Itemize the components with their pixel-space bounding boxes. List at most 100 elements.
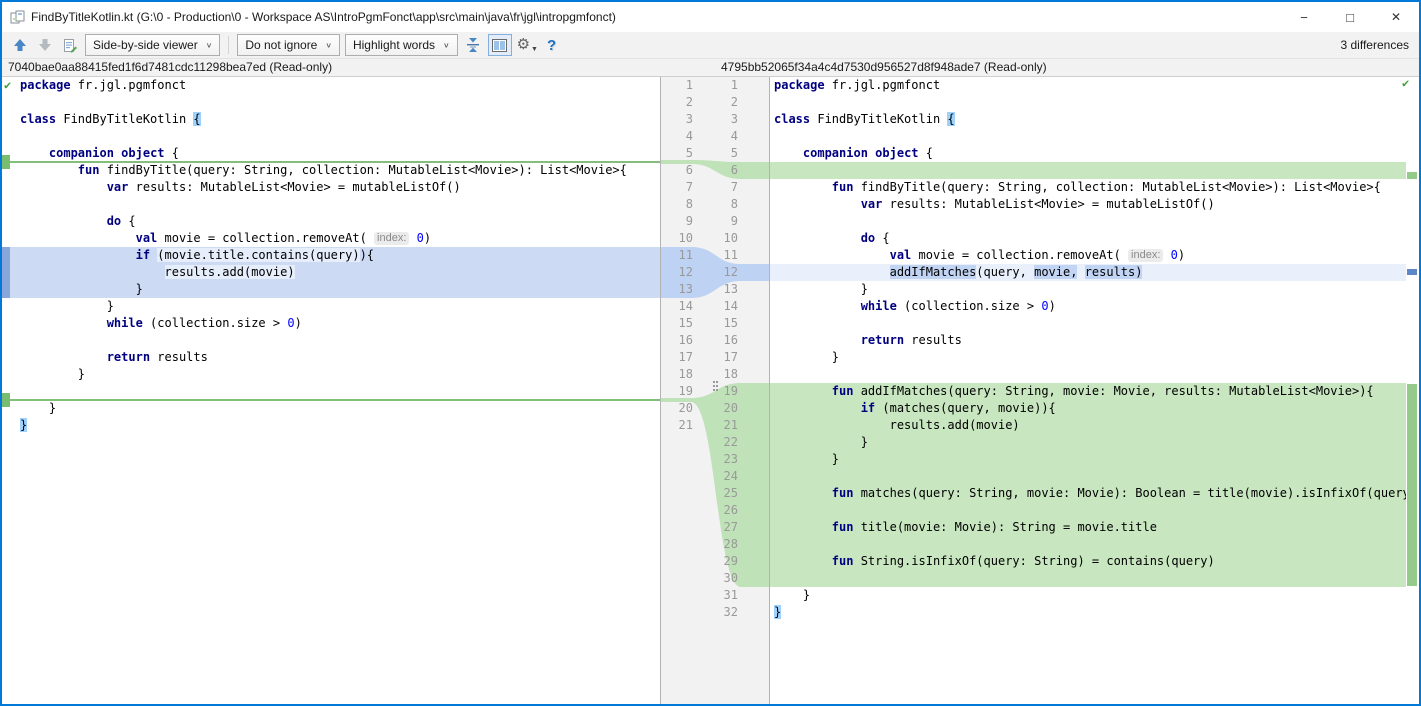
left-change-marker[interactable] xyxy=(2,247,10,298)
error-stripe[interactable]: ✔ xyxy=(1406,77,1419,704)
line-number: 9 xyxy=(661,213,693,230)
line-number: 16 xyxy=(661,332,693,349)
line-number: 26 xyxy=(695,502,738,519)
right-code-line xyxy=(770,502,1419,519)
viewer-mode-select[interactable]: Side-by-side viewer ∨ xyxy=(85,34,220,56)
synchronize-panes-toggle[interactable] xyxy=(488,34,512,56)
line-number: 15 xyxy=(661,315,693,332)
previous-difference-button[interactable] xyxy=(10,35,30,55)
line-number: 1 xyxy=(695,77,738,94)
line-number: 17 xyxy=(661,349,693,366)
right-code-line: companion object { xyxy=(770,145,1419,162)
right-code-line: val movie = collection.removeAt( index: … xyxy=(770,247,1419,264)
folded-region-icon[interactable] xyxy=(713,381,715,383)
left-code-line: } xyxy=(2,400,660,417)
title-bar: FindByTitleKotlin.kt (G:\0 - Production\… xyxy=(2,2,1419,32)
jump-to-source-button[interactable] xyxy=(60,35,80,55)
close-button[interactable]: ✕ xyxy=(1373,2,1419,32)
right-code-line: while (collection.size > 0) xyxy=(770,298,1419,315)
diff-gutter: 1234567891011121314151617181920211234567… xyxy=(660,77,770,704)
inline-parameter-hint: index: xyxy=(374,232,409,245)
line-number: 18 xyxy=(695,366,738,383)
left-revision-title: 7040bae0aa88415fed1f6d7481cdc11298bea7ed… xyxy=(8,60,332,74)
line-number: 16 xyxy=(695,332,738,349)
right-code-line: fun matches(query: String, movie: Movie)… xyxy=(770,485,1419,502)
minimize-button[interactable]: − xyxy=(1281,2,1327,32)
line-number: 27 xyxy=(695,519,738,536)
right-inspection-status-icon[interactable]: ✔ xyxy=(1402,77,1409,90)
line-number: 6 xyxy=(661,162,693,179)
right-code-line: } xyxy=(770,281,1419,298)
line-number: 29 xyxy=(695,553,738,570)
help-button[interactable]: ? xyxy=(547,37,556,54)
left-code-line xyxy=(2,196,660,213)
collapse-fragments-icon xyxy=(465,37,481,53)
left-editor[interactable]: package fr.jgl.pgmfonctclass FindByTitle… xyxy=(2,77,660,704)
right-code-line: do { xyxy=(770,230,1419,247)
stripe-change-marker[interactable] xyxy=(1407,384,1417,586)
toolbar-separator xyxy=(228,36,229,54)
line-number: 20 xyxy=(695,400,738,417)
window-title: FindByTitleKotlin.kt (G:\0 - Production\… xyxy=(31,10,616,24)
right-code-line: if (matches(query, movie)){ xyxy=(770,400,1419,417)
line-number: 14 xyxy=(661,298,693,315)
highlight-mode-select[interactable]: Highlight words ∨ xyxy=(345,34,458,56)
right-code-line xyxy=(770,468,1419,485)
line-number: 12 xyxy=(695,264,738,281)
line-number: 7 xyxy=(661,179,693,196)
line-number: 6 xyxy=(695,162,738,179)
pane-headers: 7040bae0aa88415fed1f6d7481cdc11298bea7ed… xyxy=(2,59,1419,77)
right-code-line: } xyxy=(770,587,1419,604)
right-code-line xyxy=(770,94,1419,111)
left-code-line: do { xyxy=(2,213,660,230)
right-editor[interactable]: ✔ package fr.jgl.pgmfonct class FindByTit… xyxy=(770,77,1419,704)
maximize-button[interactable]: □ xyxy=(1327,2,1373,32)
left-inspection-status-icon[interactable]: ✔ xyxy=(4,78,11,92)
right-code-line: class FindByTitleKotlin { xyxy=(770,111,1419,128)
arrow-up-icon xyxy=(13,38,27,52)
right-code-line: results.add(movie) xyxy=(770,417,1419,434)
line-number: 4 xyxy=(695,128,738,145)
stripe-change-marker[interactable] xyxy=(1407,172,1417,179)
right-code-line: package fr.jgl.pgmfonct xyxy=(770,77,1419,94)
left-change-marker[interactable] xyxy=(2,393,10,407)
left-code-line: if (movie.title.contains(query)){ xyxy=(2,247,660,264)
line-number: 10 xyxy=(695,230,738,247)
left-code-line: } xyxy=(2,417,660,434)
chevron-down-icon: ∨ xyxy=(206,41,213,50)
two-panes-icon xyxy=(492,39,507,52)
ignore-policy-select[interactable]: Do not ignore ∨ xyxy=(237,34,340,56)
left-change-marker[interactable] xyxy=(2,155,10,169)
inline-parameter-hint: index: xyxy=(1128,249,1163,262)
right-code-line xyxy=(770,570,1419,587)
window-controls: − □ ✕ xyxy=(1281,2,1419,32)
next-difference-button[interactable] xyxy=(35,35,55,55)
line-number: 2 xyxy=(695,94,738,111)
left-code-line: var results: MutableList<Movie> = mutabl… xyxy=(2,179,660,196)
right-code-line: } xyxy=(770,349,1419,366)
gear-icon: ⚙ xyxy=(517,35,530,55)
chevron-down-icon: ∨ xyxy=(443,41,450,50)
right-code-line xyxy=(770,366,1419,383)
diff-window: FindByTitleKotlin.kt (G:\0 - Production\… xyxy=(0,0,1421,706)
line-number: 24 xyxy=(695,468,738,485)
line-number: 7 xyxy=(695,179,738,196)
stripe-change-marker[interactable] xyxy=(1407,269,1417,275)
left-code-line: } xyxy=(2,298,660,315)
right-code-line: } xyxy=(770,451,1419,468)
left-code-line: return results xyxy=(2,349,660,366)
differences-count-label: 3 differences xyxy=(1341,38,1410,52)
line-number: 1 xyxy=(661,77,693,94)
left-code-line: } xyxy=(2,366,660,383)
diff-content: package fr.jgl.pgmfonct class FindByTitle… xyxy=(2,77,1419,704)
line-number: 31 xyxy=(695,587,738,604)
left-code-line: while (collection.size > 0) xyxy=(2,315,660,332)
right-code-line xyxy=(770,315,1419,332)
caret-down-icon: ▼ xyxy=(531,46,538,53)
right-code-line xyxy=(770,213,1419,230)
settings-button[interactable]: ⚙ ▼ xyxy=(517,35,538,55)
arrow-down-icon xyxy=(38,38,52,52)
left-code-line xyxy=(2,94,660,111)
line-number: 28 xyxy=(695,536,738,553)
collapse-unchanged-button[interactable] xyxy=(463,35,483,55)
